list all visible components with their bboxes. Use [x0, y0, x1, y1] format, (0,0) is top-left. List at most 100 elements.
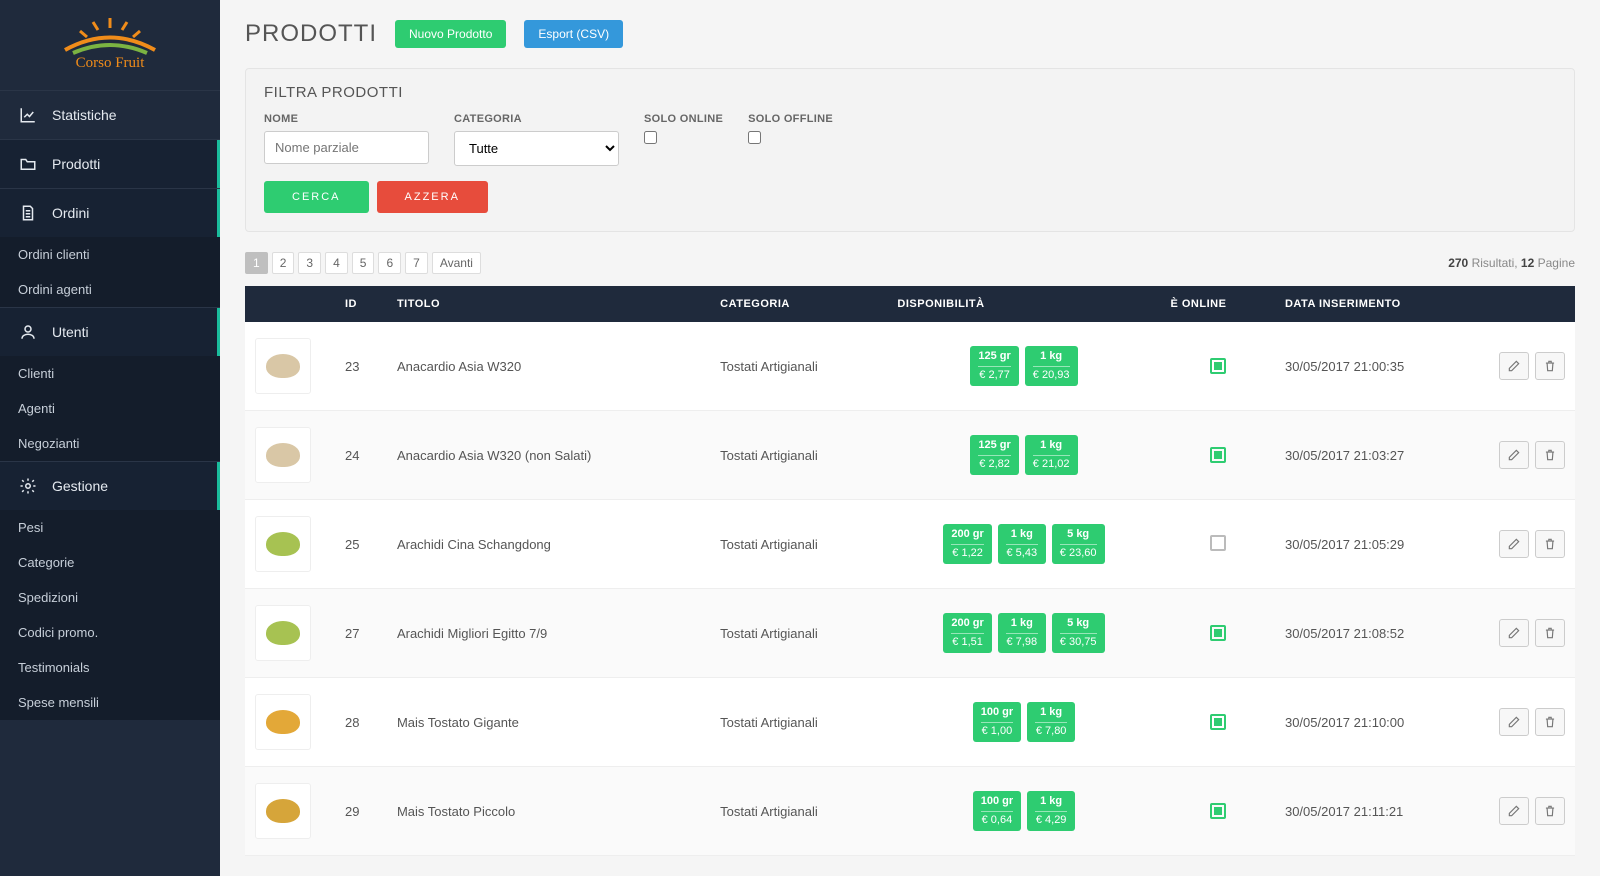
online-indicator: [1210, 447, 1226, 463]
table-row: 25Arachidi Cina SchangdongTostati Artigi…: [245, 500, 1575, 589]
page-link[interactable]: 3: [298, 252, 321, 274]
product-thumb: [255, 605, 311, 661]
gear-icon: [18, 477, 38, 495]
edit-button[interactable]: [1499, 530, 1529, 558]
sidebar-item-prodotti[interactable]: Prodotti: [0, 139, 220, 188]
online-indicator: [1210, 535, 1226, 551]
sidebar-subitem[interactable]: Spese mensili: [0, 685, 220, 720]
svg-text:Corso Fruit: Corso Fruit: [76, 55, 146, 70]
sidebar-subitem[interactable]: Testimonials: [0, 650, 220, 685]
edit-button[interactable]: [1499, 441, 1529, 469]
chart-icon: [18, 106, 38, 124]
page-link[interactable]: 2: [272, 252, 295, 274]
availability-pill: 100 gr€ 1,00: [973, 702, 1021, 743]
availability-pill: 100 gr€ 0,64: [973, 791, 1021, 832]
sidebar-item-label: Utenti: [52, 324, 89, 340]
sidebar-subitem[interactable]: Pesi: [0, 510, 220, 545]
cell-date: 30/05/2017 21:10:00: [1275, 678, 1485, 767]
filter-category-select[interactable]: Tutte: [454, 131, 619, 166]
sidebar-item-statistiche[interactable]: Statistiche: [0, 90, 220, 139]
cell-title: Mais Tostato Gigante: [387, 678, 710, 767]
sidebar-subitem[interactable]: Agenti: [0, 391, 220, 426]
col-online: È ONLINE: [1160, 286, 1275, 322]
availability-pill: 125 gr€ 2,77: [970, 346, 1018, 387]
sun-logo-icon: Corso Fruit: [45, 15, 175, 70]
sidebar: Corso Fruit StatisticheProdotti Ordini Ord…: [0, 0, 220, 876]
col-availability: DISPONIBILITÀ: [887, 286, 1160, 322]
cell-title: Arachidi Migliori Egitto 7/9: [387, 589, 710, 678]
delete-button[interactable]: [1535, 708, 1565, 736]
cell-title: Anacardio Asia W320: [387, 322, 710, 411]
cell-category: Tostati Artigianali: [710, 500, 887, 589]
page-link[interactable]: 4: [325, 252, 348, 274]
filter-name-field: NOME: [264, 113, 429, 164]
sidebar-item-utenti[interactable]: Utenti: [0, 307, 220, 356]
edit-button[interactable]: [1499, 619, 1529, 647]
delete-button[interactable]: [1535, 530, 1565, 558]
sidebar-subitem[interactable]: Ordini agenti: [0, 272, 220, 307]
filter-online-label: SOLO ONLINE: [644, 113, 723, 125]
availability-pill: 1 kg€ 7,80: [1027, 702, 1075, 743]
brand-logo: Corso Fruit: [0, 0, 220, 90]
new-product-button[interactable]: Nuovo Prodotto: [395, 20, 506, 48]
online-indicator: [1210, 803, 1226, 819]
sidebar-subitem[interactable]: Clienti: [0, 356, 220, 391]
filter-category-label: CATEGORIA: [454, 113, 619, 125]
delete-button[interactable]: [1535, 352, 1565, 380]
pagination-row: 1234567Avanti 270 Risultati, 12 Pagine: [245, 252, 1575, 274]
table-row: 23Anacardio Asia W320Tostati Artigianali…: [245, 322, 1575, 411]
availability-pill: 1 kg€ 5,43: [998, 524, 1046, 565]
export-csv-button[interactable]: Esport (CSV): [524, 20, 623, 48]
filter-online-checkbox[interactable]: [644, 131, 657, 144]
delete-button[interactable]: [1535, 797, 1565, 825]
folder-icon: [18, 155, 38, 173]
availability-pill: 125 gr€ 2,82: [970, 435, 1018, 476]
cell-date: 30/05/2017 21:11:21: [1275, 767, 1485, 856]
cell-id: 28: [335, 678, 387, 767]
cell-id: 25: [335, 500, 387, 589]
search-button[interactable]: CERCA: [264, 181, 369, 213]
edit-button[interactable]: [1499, 352, 1529, 380]
page-next[interactable]: Avanti: [432, 252, 481, 274]
filter-name-input[interactable]: [264, 131, 429, 164]
reset-button[interactable]: AZZERA: [377, 181, 488, 213]
edit-button[interactable]: [1499, 797, 1529, 825]
cell-date: 30/05/2017 21:03:27: [1275, 411, 1485, 500]
availability-pill: 200 gr€ 1,51: [943, 613, 991, 654]
table-row: 29Mais Tostato PiccoloTostati Artigianal…: [245, 767, 1575, 856]
cell-title: Arachidi Cina Schangdong: [387, 500, 710, 589]
sidebar-item-ordini[interactable]: Ordini: [0, 188, 220, 237]
sidebar-subitem[interactable]: Categorie: [0, 545, 220, 580]
edit-button[interactable]: [1499, 708, 1529, 736]
sidebar-subitem[interactable]: Ordini clienti: [0, 237, 220, 272]
doc-icon: [18, 204, 38, 222]
cell-date: 30/05/2017 21:00:35: [1275, 322, 1485, 411]
filter-offline-checkbox[interactable]: [748, 131, 761, 144]
sidebar-item-label: Gestione: [52, 478, 108, 494]
main-content: PRODOTTI Nuovo Prodotto Esport (CSV) FIL…: [220, 0, 1600, 876]
online-indicator: [1210, 358, 1226, 374]
delete-button[interactable]: [1535, 441, 1565, 469]
page-link[interactable]: 7: [405, 252, 428, 274]
col-date: DATA INSERIMENTO: [1275, 286, 1485, 322]
availability-pill: 1 kg€ 21,02: [1025, 435, 1078, 476]
sidebar-subitem[interactable]: Spedizioni: [0, 580, 220, 615]
cell-title: Anacardio Asia W320 (non Salati): [387, 411, 710, 500]
cell-id: 24: [335, 411, 387, 500]
availability-pill: 1 kg€ 7,98: [998, 613, 1046, 654]
user-icon: [18, 323, 38, 341]
sidebar-item-label: Ordini: [52, 205, 89, 221]
filter-category-field: CATEGORIA Tutte: [454, 113, 619, 166]
sidebar-subitem[interactable]: Codici promo.: [0, 615, 220, 650]
col-category: CATEGORIA: [710, 286, 887, 322]
page-link[interactable]: 5: [352, 252, 375, 274]
cell-date: 30/05/2017 21:08:52: [1275, 589, 1485, 678]
filter-name-label: NOME: [264, 113, 429, 125]
page-title: PRODOTTI: [245, 20, 377, 48]
sidebar-subitem[interactable]: Negozianti: [0, 426, 220, 461]
delete-button[interactable]: [1535, 619, 1565, 647]
sidebar-item-gestione[interactable]: Gestione: [0, 461, 220, 510]
page-link[interactable]: 1: [245, 252, 268, 274]
page-link[interactable]: 6: [378, 252, 401, 274]
products-table: ID TITOLO CATEGORIA DISPONIBILITÀ È ONLI…: [245, 286, 1575, 856]
